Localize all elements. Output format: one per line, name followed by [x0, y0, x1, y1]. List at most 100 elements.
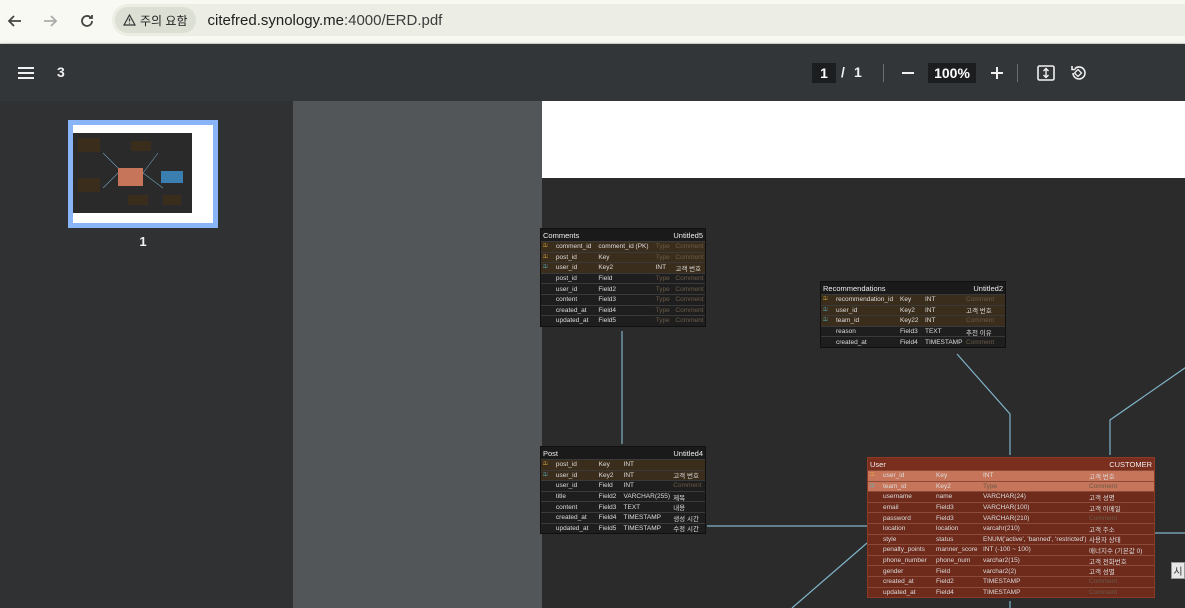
- cell-key: Field4: [900, 338, 918, 346]
- forward-button[interactable]: [35, 7, 65, 35]
- pk-key-icon: ⚿: [823, 296, 828, 303]
- cell-type: TIMESTAMP: [925, 338, 963, 346]
- fk-key-icon: ⚿: [823, 306, 828, 313]
- cell-type: TEXT: [925, 328, 942, 336]
- cell-comment: 고객 전화번호: [1089, 558, 1127, 566]
- table-row: ⚿ comment_id comment_id (PK) Type Comment: [541, 241, 705, 252]
- cell-key: Field2: [936, 578, 954, 586]
- cell-comment: Comment: [675, 306, 704, 314]
- cell-type: Type: [655, 275, 670, 283]
- table-row: ⚿ user_id Key INT 고객 번호: [868, 470, 1154, 481]
- table-row: ⚿ post_id Key Type Comment: [541, 251, 705, 263]
- cell-comment: Comment: [1089, 578, 1118, 586]
- cell-type: Type: [655, 253, 670, 261]
- pdf-toolbar: 3 1 / 1 100%: [0, 44, 1185, 101]
- cell-type: Type: [983, 482, 998, 490]
- table-row: created_at Field4 TIMESTAMP Comment: [821, 336, 1005, 347]
- cell-key: Key2: [936, 482, 951, 490]
- cell-field: location: [883, 525, 906, 533]
- table-row: username name VARCHAR(24) 고객 성명: [868, 491, 1154, 502]
- cell-type: VARCHAR(100): [983, 504, 1030, 512]
- cell-key: comment_id (PK): [598, 243, 649, 251]
- cell-field: comment_id: [555, 243, 592, 251]
- page-separator: /: [841, 64, 845, 80]
- table-row: content Field3 TEXT 내용: [541, 501, 705, 512]
- menu-button[interactable]: [14, 61, 38, 85]
- cell-type: TIMESTAMP: [983, 578, 1021, 586]
- table-row: ⚿ team_id Key22 INT Comment: [821, 315, 1005, 326]
- plus-icon: [991, 67, 1003, 79]
- cell-comment: 고객 성명: [1089, 494, 1115, 502]
- cell-comment: Comment: [1089, 514, 1118, 522]
- page-thumbnail[interactable]: [68, 120, 218, 228]
- cell-comment: 고객 주소: [1089, 526, 1115, 534]
- table-name: User: [870, 459, 886, 469]
- thumbnail-page-label: 1: [139, 234, 147, 249]
- cell-field: title: [555, 493, 567, 501]
- cell-key: Field: [598, 482, 613, 490]
- pk-key-icon: ⚿: [543, 461, 548, 468]
- pk-key-icon: ⚿: [870, 472, 875, 479]
- cell-type: INT: [623, 461, 634, 469]
- cell-key: Field3: [936, 504, 954, 512]
- cell-comment: Comment: [675, 253, 704, 261]
- cell-type: TIMESTAMP: [623, 514, 661, 522]
- fk-key-icon: ⚿: [543, 471, 548, 478]
- table-row: location location varcahr(210) 고객 주소: [868, 522, 1154, 534]
- rotate-button[interactable]: [1066, 61, 1090, 85]
- cell-comment: 고객 성별: [1089, 569, 1115, 577]
- cell-key: Field2: [598, 285, 617, 293]
- cell-key: name: [936, 493, 953, 501]
- rotate-icon: [1071, 66, 1086, 80]
- cell-type: ENUM('active', 'banned', 'restricted'): [983, 535, 1087, 543]
- cell-type: VARCHAR(24): [983, 493, 1026, 501]
- cell-field: team_id: [883, 482, 907, 490]
- fit-to-page-button[interactable]: [1034, 61, 1058, 85]
- zoom-in-button[interactable]: [985, 61, 1009, 85]
- cell-field: gender: [883, 567, 904, 575]
- cell-field: updated_at: [555, 317, 589, 325]
- cell-comment: Comment: [675, 285, 704, 293]
- url-host: citefred.synology.me: [207, 11, 344, 29]
- cell-field: user_id: [555, 264, 578, 272]
- zoom-level-input[interactable]: 100%: [928, 63, 976, 83]
- cell-comment: Comment: [675, 243, 704, 251]
- table-row: user_id Field2 Type Comment: [541, 283, 705, 294]
- cell-field: post_id: [555, 461, 577, 469]
- pk-key-icon: ⚿: [543, 253, 548, 260]
- cell-key: Field5: [598, 524, 617, 532]
- address-bar[interactable]: 주의 요함 citefred.synology.me:4000/ERD.pdf: [112, 4, 1185, 36]
- table-name: Comments: [543, 230, 580, 240]
- table-row: style status ENUM('active', 'banned', 'res…: [868, 533, 1154, 544]
- cell-comment: 제목: [673, 494, 686, 502]
- toolbar-divider: [1017, 64, 1018, 82]
- cell-key: Field2: [598, 493, 617, 501]
- reload-button[interactable]: [72, 7, 102, 35]
- pdf-viewer[interactable]: Comments Untitled5 ⚿ comment_id comment_id (…: [293, 101, 1185, 608]
- table-header: Recommendations Untitled2: [821, 282, 1005, 294]
- url-path: :4000/ERD.pdf: [343, 11, 443, 29]
- cell-type: VARCHAR(255): [623, 493, 670, 501]
- table-tag: CUSTOMER: [1109, 459, 1152, 469]
- table-row: created_at Field4 Type Comment: [541, 304, 705, 316]
- cell-field: post_id: [555, 275, 577, 283]
- security-chip[interactable]: 주의 요함: [115, 7, 196, 33]
- cell-type: Type: [655, 317, 670, 325]
- fit-page-icon: [1037, 65, 1055, 81]
- page-number-input[interactable]: 1: [812, 63, 836, 83]
- cell-type: VARCHAR(210): [983, 514, 1030, 522]
- table-row: updated_at Field5 Type Comment: [541, 315, 705, 326]
- cell-comment: Comment: [966, 296, 995, 304]
- cell-field: content: [555, 296, 578, 304]
- cell-type: varchar2(15): [983, 557, 1020, 565]
- back-button[interactable]: [0, 7, 30, 35]
- cell-comment: 고객 번호: [966, 308, 992, 316]
- table-row: ⚿ team_id Key2 Type Comment: [868, 480, 1154, 492]
- cell-field: reason: [836, 328, 856, 336]
- cell-type: INT: [925, 306, 936, 314]
- cell-field: created_at: [836, 338, 867, 346]
- cell-key: Field3: [598, 503, 617, 511]
- cell-comment: Comment: [1089, 482, 1118, 490]
- erd-table-recommendations: Recommendations Untitled2 ⚿ recommendation_…: [820, 281, 1006, 348]
- zoom-out-button[interactable]: [896, 61, 920, 85]
